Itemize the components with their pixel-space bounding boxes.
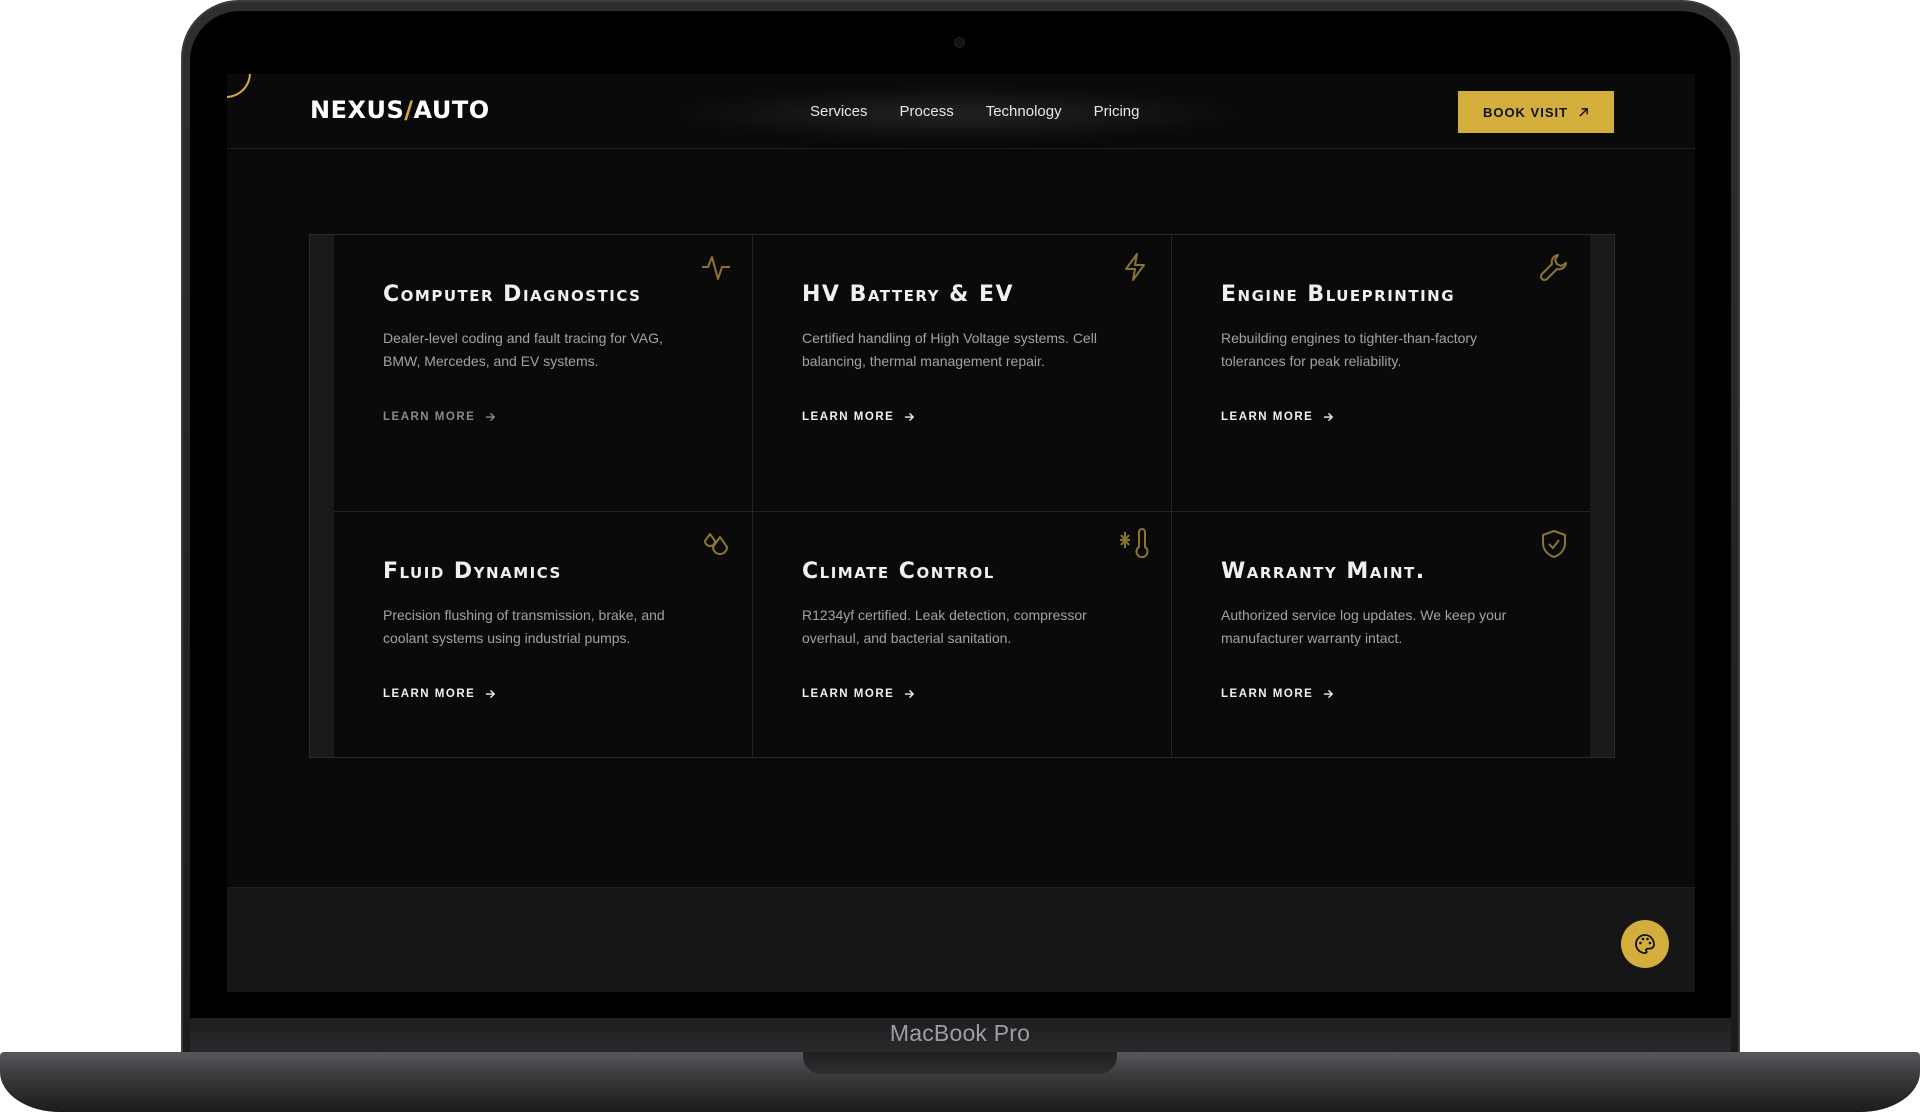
- card-title: Climate Control: [802, 559, 995, 584]
- learn-more-link[interactable]: LEARN MORE: [802, 411, 1122, 423]
- book-visit-button[interactable]: BOOK VISIT: [1458, 91, 1614, 133]
- nav-link-technology[interactable]: Technology: [986, 103, 1062, 120]
- learn-more-label: LEARN MORE: [1221, 411, 1314, 423]
- brand-logo[interactable]: NEXUS/AUTO: [310, 96, 490, 124]
- main-nav: Services Process Technology Pricing: [810, 103, 1139, 120]
- device-model-label: MacBook Pro: [889, 1020, 1031, 1046]
- brand-name-right: AUTO: [413, 96, 490, 124]
- learn-more-link[interactable]: LEARN MORE: [802, 688, 1122, 700]
- card-title: HV Battery & EV: [802, 282, 1015, 307]
- droplets-icon: [704, 533, 728, 555]
- learn-more-label: LEARN MORE: [802, 688, 895, 700]
- service-card-fluid-dynamics[interactable]: Fluid Dynamics Precision flushing of tra…: [334, 512, 753, 757]
- brand-name-left: NEXUS: [310, 96, 405, 124]
- shield-check-icon: [1542, 530, 1566, 558]
- theme-palette-button[interactable]: [1621, 920, 1669, 968]
- learn-more-link[interactable]: LEARN MORE: [383, 411, 703, 423]
- thermometer-snowflake-icon: [1120, 528, 1149, 559]
- book-visit-label: BOOK VISIT: [1482, 104, 1569, 120]
- wrench-icon: [1539, 254, 1567, 282]
- card-title: Computer Diagnostics: [383, 282, 642, 307]
- learn-more-label: LEARN MORE: [383, 688, 476, 700]
- card-description: Rebuilding engines to tighter-than-facto…: [1221, 330, 1478, 369]
- arrow-right-icon: [905, 412, 915, 422]
- nav-link-process[interactable]: Process: [900, 103, 954, 120]
- learn-more-label: LEARN MORE: [1221, 688, 1314, 700]
- nav-link-pricing[interactable]: Pricing: [1094, 103, 1140, 120]
- arrow-right-icon: [486, 689, 496, 699]
- service-card-hv-battery-ev[interactable]: HV Battery & EV Certified handling of Hi…: [753, 235, 1172, 512]
- footer-strip: [227, 887, 1695, 992]
- activity-pulse-icon: [702, 256, 730, 280]
- card-description: Certified handling of High Voltage syste…: [802, 330, 1097, 369]
- learn-more-link[interactable]: LEARN MORE: [1221, 411, 1541, 423]
- brand-separator: /: [404, 96, 414, 124]
- arrow-right-icon: [905, 689, 915, 699]
- arrow-right-icon: [1324, 689, 1334, 699]
- arrow-up-right-icon: [1579, 107, 1588, 117]
- service-card-warranty-maint[interactable]: Warranty Maint. Authorized service log u…: [1172, 512, 1590, 757]
- top-navbar: NEXUS/AUTO Services Process Technology P…: [227, 74, 1695, 149]
- learn-more-label: LEARN MORE: [802, 411, 895, 423]
- card-description: R1234yf certified. Leak detection, compr…: [802, 607, 1087, 646]
- palette-icon: [1635, 934, 1655, 954]
- arrow-right-icon: [486, 412, 496, 422]
- service-card-engine-blueprinting[interactable]: Engine Blueprinting Rebuilding engines t…: [1172, 235, 1590, 512]
- card-description: Precision flushing of transmission, brak…: [383, 607, 665, 646]
- card-description: Authorized service log updates. We keep …: [1221, 607, 1507, 646]
- learn-more-link[interactable]: LEARN MORE: [383, 688, 703, 700]
- arrow-right-icon: [1324, 412, 1334, 422]
- learn-more-link[interactable]: LEARN MORE: [1221, 688, 1541, 700]
- services-grid: Computer Diagnostics Dealer-level coding…: [334, 235, 1590, 757]
- card-description: Dealer-level coding and fault tracing fo…: [383, 330, 663, 369]
- card-title: Warranty Maint.: [1221, 559, 1426, 584]
- card-title: Fluid Dynamics: [383, 559, 562, 584]
- camera-icon: [954, 37, 965, 48]
- nav-link-services[interactable]: Services: [810, 103, 868, 120]
- card-title: Engine Blueprinting: [1221, 282, 1456, 307]
- laptop-base-notch: [803, 1052, 1117, 1074]
- lightning-bolt-icon: [1125, 253, 1145, 281]
- service-card-computer-diagnostics[interactable]: Computer Diagnostics Dealer-level coding…: [334, 235, 753, 512]
- website-screen: NEXUS/AUTO Services Process Technology P…: [227, 74, 1695, 992]
- service-card-climate-control[interactable]: Climate Control R1234yf certified. Leak …: [753, 512, 1172, 757]
- learn-more-label: LEARN MORE: [383, 411, 476, 423]
